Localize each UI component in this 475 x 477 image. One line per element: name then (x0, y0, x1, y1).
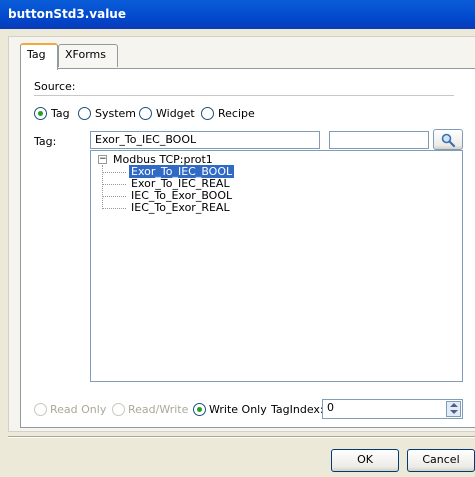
tag-input-value: Exor_To_IEC_BOOL (95, 133, 197, 146)
ok-button-label: OK (357, 453, 373, 466)
tree-connector (102, 196, 126, 197)
tag-label: Tag: (34, 135, 57, 148)
window-title: buttonStd3.value (8, 7, 126, 21)
source-widget-radio[interactable] (139, 107, 152, 120)
tree-connector (102, 172, 126, 173)
tag-tree[interactable]: − Modbus TCP:prot1 Exor_To_IEC_BOOL Exor… (90, 150, 463, 382)
read-write-label: Read/Write (128, 403, 189, 416)
source-recipe-radio[interactable] (201, 107, 214, 120)
title-bar: buttonStd3.value (0, 0, 475, 29)
magnifier-icon (441, 133, 456, 148)
source-tag-radio[interactable] (34, 107, 47, 120)
tag-search-input[interactable] (329, 131, 429, 149)
source-widget-label: Widget (156, 107, 195, 120)
tree-connector (102, 208, 126, 209)
spin-up-icon[interactable] (450, 403, 458, 407)
source-system-label: System (95, 107, 137, 120)
tree-item[interactable]: IEC_To_Exor_REAL (131, 201, 230, 214)
spin-down-icon[interactable] (450, 410, 458, 414)
write-only-label: Write Only (209, 403, 267, 416)
tagindex-value: 0 (327, 401, 334, 414)
tab-xforms[interactable]: XForms (58, 44, 118, 67)
read-only-label: Read Only (50, 403, 107, 416)
write-only-radio[interactable] (193, 403, 206, 416)
cancel-button-label: Cancel (422, 453, 460, 466)
source-label: Source: (34, 80, 76, 93)
collapse-toggle[interactable]: − (98, 155, 107, 164)
source-recipe-label: Recipe (218, 107, 255, 120)
tagindex-label: TagIndex: (271, 403, 324, 416)
source-tag-label: Tag (51, 107, 70, 120)
tagindex-input[interactable]: 0 (322, 399, 463, 419)
tree-connector (102, 184, 126, 185)
source-system-radio[interactable] (78, 107, 91, 120)
tab-tag-label: Tag (27, 48, 46, 61)
read-only-radio[interactable] (34, 403, 47, 416)
tab-xforms-label: XForms (65, 48, 106, 61)
read-write-radio[interactable] (112, 403, 125, 416)
ok-button[interactable]: OK (331, 449, 399, 472)
cancel-button[interactable]: Cancel (407, 449, 475, 472)
tag-input[interactable]: Exor_To_IEC_BOOL (90, 131, 320, 149)
footer-separator (8, 436, 475, 438)
search-button[interactable] (433, 129, 463, 150)
tagindex-spinner[interactable] (446, 401, 461, 417)
tab-tag[interactable]: Tag (20, 43, 58, 70)
source-divider (34, 95, 454, 96)
